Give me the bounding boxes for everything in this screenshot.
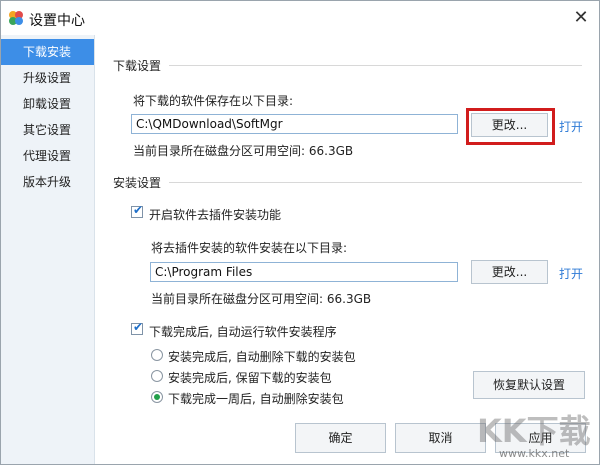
sidebar-item-upgrade[interactable]: 升级设置 <box>1 65 94 91</box>
highlight-box <box>466 108 555 145</box>
window-title: 设置中心 <box>29 13 85 29</box>
change-install-dir-button[interactable]: 更改... <box>471 260 548 284</box>
install-free-space: 当前目录所在磁盘分区可用空间: 66.3GB <box>151 292 372 306</box>
apply-button[interactable]: 应用 <box>495 423 586 453</box>
sidebar-item-other[interactable]: 其它设置 <box>1 117 94 143</box>
radio-delete-after-week-label: 下载完成一周后, 自动删除安装包 <box>168 392 344 406</box>
download-path-input[interactable] <box>131 114 458 134</box>
cancel-button[interactable]: 取消 <box>395 423 486 453</box>
save-dir-label: 将下载的软件保存在以下目录: <box>133 94 294 108</box>
radio-delete-after-install-label: 安装完成后, 自动删除下载的安装包 <box>168 350 356 364</box>
install-section-title: 安装设置 <box>113 176 162 190</box>
close-icon[interactable]: ✕ <box>572 9 590 27</box>
radio-keep-package-label: 安装完成后, 保留下载的安装包 <box>168 371 332 385</box>
auto-run-label: 下载完成后, 自动运行软件安装程序 <box>149 325 337 339</box>
ok-button[interactable]: 确定 <box>295 423 386 453</box>
download-free-space: 当前目录所在磁盘分区可用空间: 66.3GB <box>133 144 354 158</box>
divider <box>169 182 582 183</box>
title-bar: 设置中心 ✕ <box>1 1 599 35</box>
plugin-free-checkbox[interactable]: ✔ <box>131 203 144 218</box>
install-dir-label: 将去插件安装的软件安装在以下目录: <box>151 241 348 255</box>
settings-window: 设置中心 ✕ 下载安装 升级设置 卸载设置 其它设置 代理设置 版本升级 下载设… <box>0 0 600 465</box>
sidebar-item-version[interactable]: 版本升级 <box>1 169 94 195</box>
app-logo-icon <box>9 11 23 25</box>
auto-run-checkbox[interactable]: ✔ <box>131 320 144 335</box>
checkmark-icon: ✔ <box>133 203 144 217</box>
sidebar-item-download-install[interactable]: 下载安装 <box>1 39 94 65</box>
sidebar-item-proxy[interactable]: 代理设置 <box>1 143 94 169</box>
radio-delete-after-week[interactable] <box>151 391 163 403</box>
plugin-free-label: 开启软件去插件安装功能 <box>149 208 282 222</box>
restore-defaults-button[interactable]: 恢复默认设置 <box>473 371 585 399</box>
checkmark-icon: ✔ <box>133 320 144 334</box>
radio-delete-after-install[interactable] <box>151 349 163 361</box>
open-install-dir-link[interactable]: 打开 <box>559 265 583 282</box>
sidebar: 下载安装 升级设置 卸载设置 其它设置 代理设置 版本升级 <box>1 35 95 464</box>
radio-keep-package[interactable] <box>151 370 163 382</box>
divider <box>169 65 582 66</box>
download-section-title: 下载设置 <box>113 59 162 73</box>
install-path-input[interactable] <box>150 262 458 282</box>
sidebar-item-uninstall[interactable]: 卸载设置 <box>1 91 94 117</box>
open-download-dir-link[interactable]: 打开 <box>559 118 583 135</box>
